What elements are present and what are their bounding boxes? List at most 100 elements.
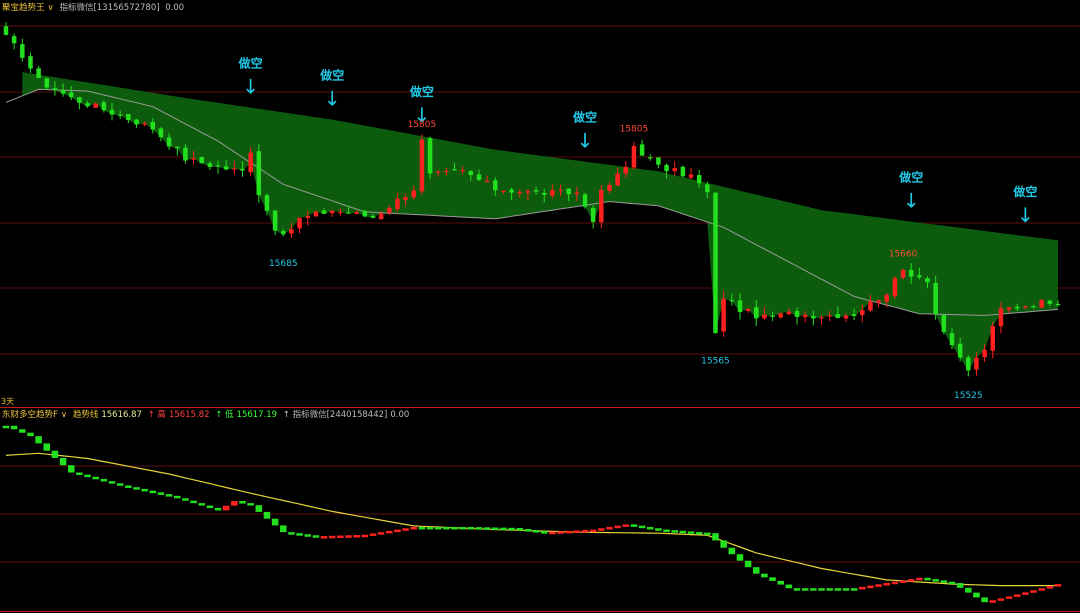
trend-step [753, 567, 760, 574]
candle-body [615, 173, 620, 186]
candle-body [794, 311, 800, 317]
bottom-indicator-name[interactable]: 东财多空趋势F [2, 410, 58, 420]
trend-step [467, 526, 475, 530]
candle-body [664, 164, 669, 172]
candle [582, 192, 588, 209]
candle-body [819, 317, 824, 319]
candle-body [990, 326, 996, 351]
trend-step [263, 511, 271, 519]
green-series-label: ↑ 低 [215, 410, 234, 420]
trend-step [67, 465, 75, 473]
trend-step [345, 535, 352, 538]
top-indicator-name[interactable]: 聚宝趋势王 [2, 3, 45, 13]
trend-step [891, 581, 899, 585]
candle-body [387, 207, 392, 213]
candle-body [362, 210, 368, 217]
trend-step [883, 583, 891, 586]
candle-body [305, 215, 310, 219]
period-label: 3天 [1, 397, 14, 406]
candle-body [232, 168, 237, 170]
candle-body [378, 213, 384, 220]
trend-step [475, 527, 483, 530]
candle-body [166, 137, 172, 147]
trend-step [867, 585, 874, 589]
trend-step [540, 531, 548, 534]
candle-body [696, 175, 702, 184]
candle-body [574, 192, 580, 195]
candle-body [101, 102, 107, 111]
trend-step [369, 533, 377, 536]
trend-step [663, 529, 670, 533]
sell-signal-label: 做空 [409, 84, 434, 99]
candle-body [240, 168, 245, 171]
candle-body [329, 210, 335, 214]
candle-body [737, 300, 743, 313]
high-price-label: 15805 [408, 120, 437, 130]
candle-body [827, 315, 832, 317]
trend-step [173, 495, 181, 499]
candle-body [607, 184, 612, 191]
candle-body [811, 316, 816, 319]
trend-step [850, 588, 858, 591]
trading-chart[interactable]: 做空↓ 做空↓ 做空↓ 做空↓做空↓ 做空↓15685155651552515805 15… [0, 0, 1080, 613]
trend-step [51, 450, 59, 458]
trend-step [859, 586, 866, 590]
candle-body [134, 119, 139, 125]
candle [966, 355, 971, 377]
candle [11, 33, 17, 50]
candle-body [411, 190, 416, 198]
trend-step [810, 588, 817, 591]
sell-signal-label: 做空 [572, 110, 597, 125]
trend-step [695, 531, 703, 535]
candle-body [770, 315, 775, 317]
candle-body [44, 78, 50, 88]
chevron-down-icon[interactable]: ∨ [48, 3, 54, 13]
trend-line [5, 452, 1058, 587]
trend-step [549, 531, 556, 535]
candle-body [183, 147, 188, 161]
candle-body [28, 56, 33, 69]
candle-body [158, 128, 164, 138]
trend-step [125, 485, 132, 488]
candle-body [468, 171, 474, 176]
candle-body [1031, 306, 1036, 308]
trend-step [43, 443, 51, 451]
trend-step [320, 536, 328, 539]
trend-step [459, 526, 466, 530]
candle-body [476, 174, 482, 180]
trend-step [483, 527, 491, 530]
trend-step [940, 580, 948, 583]
sell-signal-label: 做空 [238, 56, 263, 71]
candle [941, 313, 947, 335]
candle-body [60, 90, 66, 94]
chevron-down-icon[interactable]: ∨ [61, 410, 67, 420]
candle-body [36, 68, 41, 78]
trend-step [989, 600, 997, 603]
trend-step [288, 532, 295, 535]
candle-body [223, 166, 229, 170]
trend-step [907, 579, 915, 582]
candle-body [11, 36, 17, 44]
down-arrow-icon: ↓ [324, 87, 341, 111]
trend-step [981, 597, 988, 603]
trend-step [769, 577, 776, 581]
trend-step [606, 526, 613, 530]
candle-body [289, 229, 294, 234]
trend-step [965, 587, 972, 593]
candle-body [215, 165, 221, 167]
trend-step [712, 533, 719, 541]
down-arrow-icon: ↓ [577, 129, 594, 153]
candle [648, 154, 653, 161]
candle-body [648, 157, 653, 159]
candle-body [460, 169, 465, 172]
sell-signal-label: 做空 [319, 68, 344, 83]
candle [1039, 299, 1044, 309]
trend-step [222, 505, 230, 511]
candle-body [868, 301, 873, 311]
candle-body [705, 184, 710, 193]
candle-body [908, 269, 914, 277]
candle-body [68, 92, 74, 98]
down-arrow-icon: ↓ [1017, 203, 1034, 227]
top-indicator-label: 指标微信[13156572780] [59, 3, 160, 13]
candle-body [264, 195, 270, 211]
